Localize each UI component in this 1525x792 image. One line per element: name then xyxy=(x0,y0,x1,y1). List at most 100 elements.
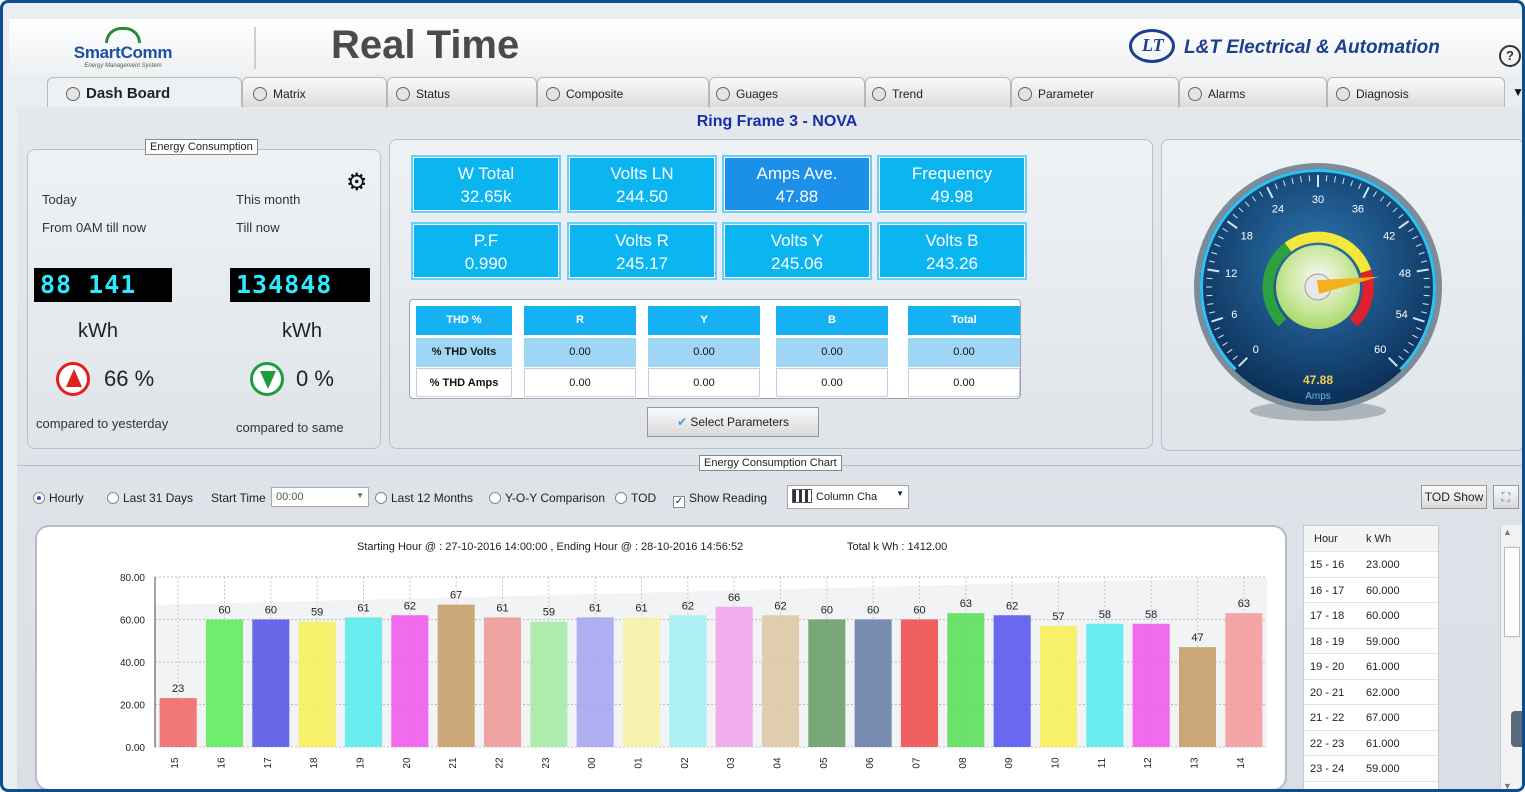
table-cell-kwh: 60.000 xyxy=(1366,584,1400,597)
x-tick-label: 16 xyxy=(217,757,228,769)
metric-value: 244.50 xyxy=(616,187,668,206)
gauge-value: 47.88 xyxy=(1303,373,1333,387)
today-compare-label: compared to yesterday xyxy=(36,416,169,431)
gauge-tick-label: 6 xyxy=(1231,309,1237,321)
tab-status[interactable]: Status xyxy=(387,77,537,107)
tab-alarms[interactable]: Alarms xyxy=(1179,77,1327,107)
table-cell-hour: 16 - 17 xyxy=(1310,584,1345,597)
table-row: 22 - 23 61.000 xyxy=(1304,731,1438,756)
bar-value-label: 63 xyxy=(1238,598,1250,610)
x-tick-label: 17 xyxy=(263,757,274,769)
table-cell-kwh: 61.000 xyxy=(1366,661,1400,673)
radio-icon xyxy=(489,492,501,504)
energy-consumption-panel: ⚙ Today From 0AM till now This month Til… xyxy=(27,149,381,449)
x-tick-label: 06 xyxy=(865,757,876,769)
x-tick-label: 19 xyxy=(356,757,367,769)
dashboard-main: Ring Frame 3 - NOVA ⚙ Today From 0AM til… xyxy=(17,107,1522,790)
thd-cell: 0.00 xyxy=(776,368,888,397)
table-row: 00 - 01 61.000 xyxy=(1304,782,1438,790)
radio-selected-icon xyxy=(33,492,45,504)
help-button[interactable]: ? xyxy=(1499,45,1521,67)
tab-label: Trend xyxy=(892,87,923,101)
bar-value-label: 63 xyxy=(960,598,972,610)
gauge-tick-label: 24 xyxy=(1272,204,1284,216)
scroll-up-icon[interactable]: ▲ xyxy=(1503,527,1512,537)
today-label: Today xyxy=(42,192,77,207)
tab-overflow-chevron-icon[interactable]: ▼ xyxy=(1512,85,1522,99)
metric-name: Volts LN xyxy=(610,164,674,183)
chart-type-select[interactable]: Column Cha ▼ xyxy=(787,485,909,509)
table-row: 18 - 19 59.000 xyxy=(1304,629,1438,654)
metric-volts-y: Volts Y 245.06 xyxy=(722,222,872,280)
select-parameters-button[interactable]: ✔ Select Parameters xyxy=(647,407,819,437)
tab-parameter[interactable]: Parameter xyxy=(1011,77,1179,107)
tab-diagnosis[interactable]: Diagnosis xyxy=(1327,77,1505,107)
tab-dash-board[interactable]: Dash Board xyxy=(47,77,242,107)
radio-yoy[interactable]: Y-O-Y Comparison xyxy=(489,491,605,505)
side-panel-tab[interactable] xyxy=(1511,711,1522,747)
table-cell-kwh: 59.000 xyxy=(1366,763,1400,775)
tab-guages[interactable]: Guages xyxy=(709,77,865,107)
metric-value: 32.65k xyxy=(460,187,512,206)
radio-hourly[interactable]: Hourly xyxy=(33,491,84,505)
ring-frame-title: Ring Frame 3 - NOVA xyxy=(696,113,858,130)
table-scrollbar[interactable]: ▲ ▼ xyxy=(1500,525,1522,789)
chart-bar xyxy=(483,617,522,747)
expand-icon[interactable]: ⛶ xyxy=(1493,485,1519,509)
metric-name: W Total xyxy=(457,164,515,183)
tab-composite[interactable]: Composite xyxy=(537,77,709,107)
metric-name: Volts B xyxy=(925,231,979,250)
chart-bar xyxy=(1225,613,1263,747)
metric-value: 47.88 xyxy=(775,187,819,206)
trend-icon xyxy=(872,87,886,101)
amps-gauge: 0 6 12 18 24 30 36 42 48 54 60 47.88 Amps xyxy=(1194,163,1442,421)
x-tick-label: 11 xyxy=(1097,757,1108,768)
thd-header: R xyxy=(524,306,636,335)
table-row: 16 - 17 60.000 xyxy=(1304,578,1438,603)
metric-frequency: Frequency 49.98 xyxy=(877,155,1027,213)
bar-value-label: 62 xyxy=(1006,600,1018,612)
scroll-thumb[interactable] xyxy=(1504,547,1520,637)
gear-icon[interactable]: ⚙ xyxy=(346,168,368,197)
tab-label: Composite xyxy=(566,87,624,101)
chevron-down-icon: ▼ xyxy=(356,491,364,500)
tab-bar: Dash Board Matrix Status Composite Guage… xyxy=(47,77,1522,107)
bar-value-label: 62 xyxy=(774,600,786,612)
x-tick-label: 20 xyxy=(402,757,413,769)
month-unit: kWh xyxy=(282,320,322,342)
table-cell-kwh: 60.000 xyxy=(1366,610,1400,622)
tab-trend[interactable]: Trend xyxy=(865,77,1011,107)
show-reading-checkbox[interactable]: ✓ Show Reading xyxy=(673,491,767,508)
parameter-icon xyxy=(1018,87,1032,101)
scroll-down-icon[interactable]: ▼ xyxy=(1503,781,1512,789)
logo-name: SmartComm xyxy=(73,43,173,62)
checkmark-icon: ✓ xyxy=(673,496,685,508)
month-sub-label: Till now xyxy=(236,220,280,235)
radio-icon xyxy=(615,492,627,504)
radio-tod[interactable]: TOD xyxy=(615,491,656,505)
start-time-select[interactable]: 00:00 ▼ xyxy=(271,487,369,507)
increase-arrow-icon xyxy=(56,362,90,396)
table-cell-hour: 20 - 21 xyxy=(1310,686,1345,699)
thd-header: B xyxy=(776,306,888,335)
tod-show-button[interactable]: TOD Show xyxy=(1421,485,1487,509)
radio-last-12-months[interactable]: Last 12 Months xyxy=(375,491,473,505)
y-tick-label: 80.00 xyxy=(120,573,145,584)
table-cell-hour: 19 - 20 xyxy=(1310,661,1345,673)
chart-bar xyxy=(622,617,661,747)
bar-value-label: 67 xyxy=(450,590,462,602)
x-tick-label: 12 xyxy=(1143,757,1154,769)
chart-bar xyxy=(947,613,985,747)
chart-bar xyxy=(530,621,568,747)
radio-last-31-days[interactable]: Last 31 Days xyxy=(107,491,193,505)
table-cell-kwh: 67.000 xyxy=(1366,712,1400,724)
radio-label: TOD xyxy=(631,491,657,505)
x-tick-label: 01 xyxy=(634,757,645,769)
thd-cell: 0.00 xyxy=(524,368,636,397)
month-kwh-display: 134848 xyxy=(230,268,370,302)
radio-icon xyxy=(107,492,119,504)
chart-bar xyxy=(808,619,846,747)
tab-matrix[interactable]: Matrix xyxy=(242,77,387,107)
tab-label: Status xyxy=(416,87,451,101)
app-window: SmartComm Energy Management System Real … xyxy=(0,0,1525,792)
